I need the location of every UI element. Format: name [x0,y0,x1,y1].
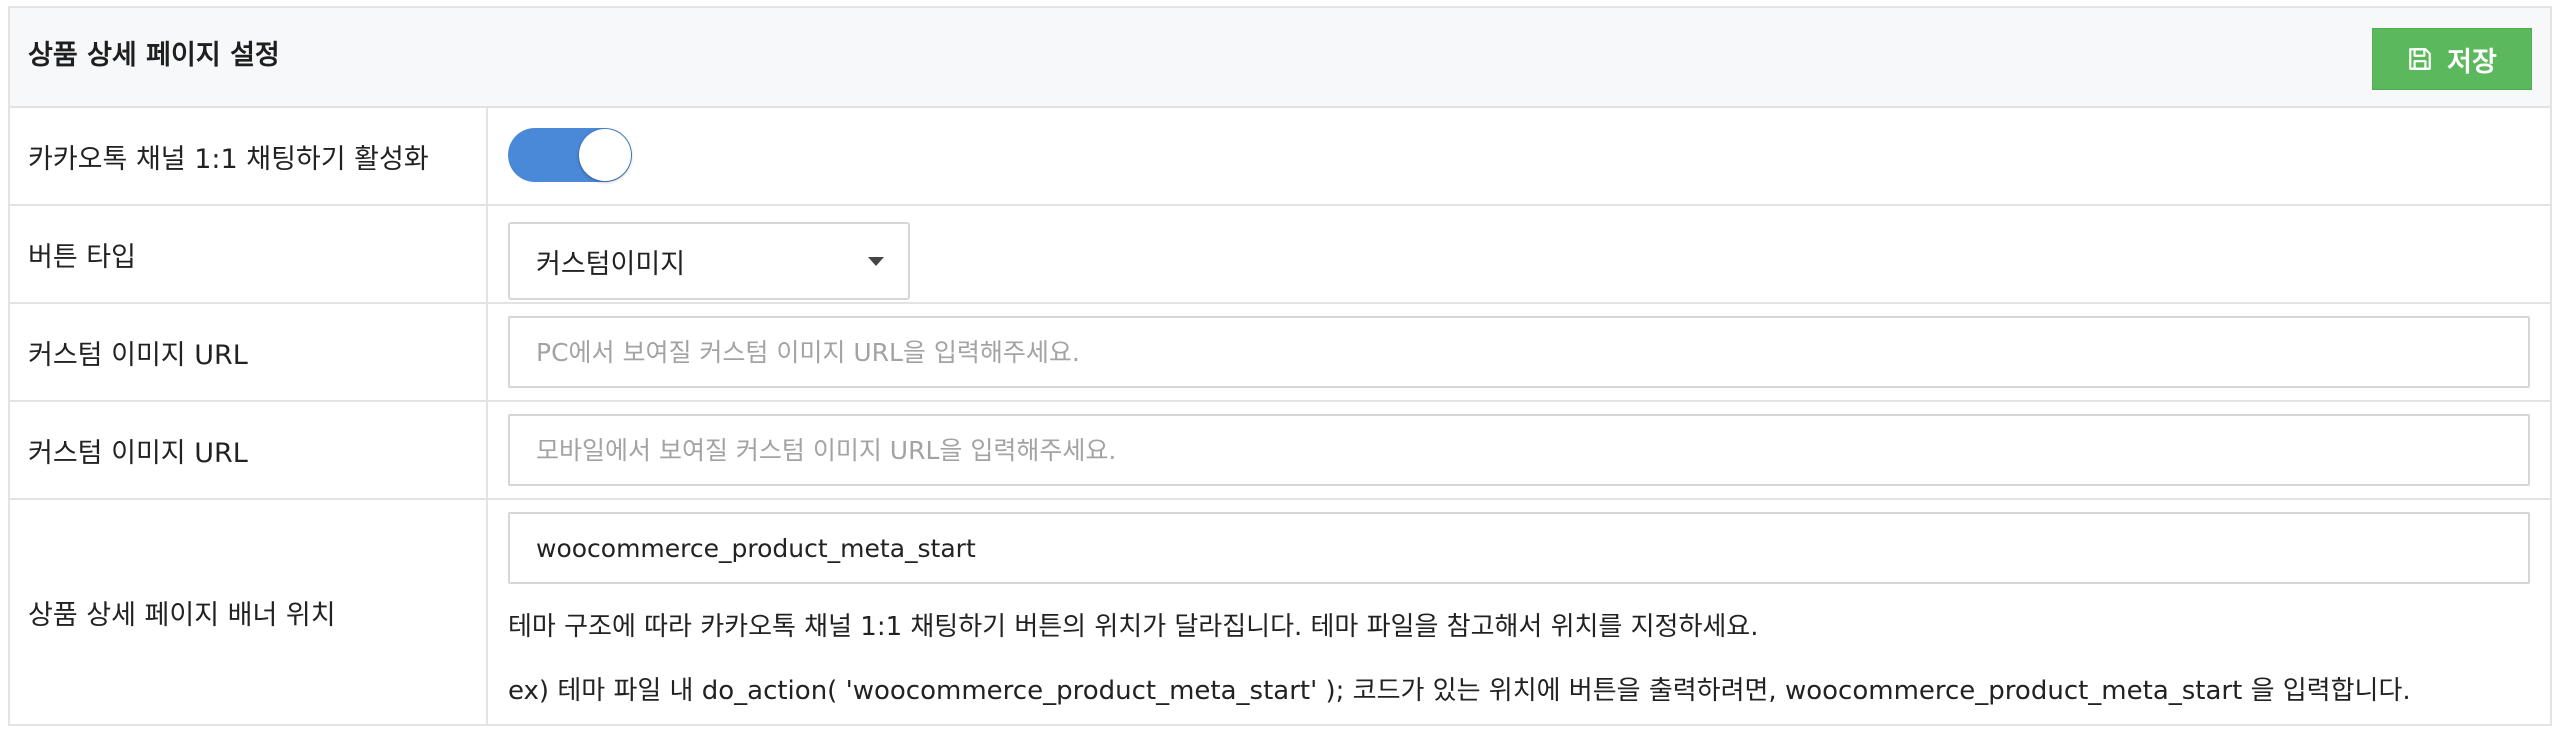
custom-image-mobile-label: 커스텀 이미지 URL [10,402,488,498]
custom-image-mobile-input[interactable] [508,414,2530,486]
banner-position-input[interactable] [508,512,2530,584]
button-type-select[interactable]: 커스텀이미지 [508,222,910,300]
panel-header: 상품 상세 페이지 설정 저장 [10,8,2550,108]
row-banner-position: 상품 상세 페이지 배너 위치 테마 구조에 따라 카카오톡 채널 1:1 채팅… [10,500,2550,724]
button-type-label: 버튼 타입 [10,206,488,302]
save-button[interactable]: 저장 [2372,28,2532,90]
banner-position-help-2: ex) 테마 파일 내 do_action( 'woocommerce_prod… [508,676,2411,706]
kakao-enable-label: 카카오톡 채널 1:1 채팅하기 활성화 [10,108,488,204]
kakao-enable-toggle[interactable] [508,128,632,182]
floppy-disk-icon [2407,46,2433,72]
row-custom-image-mobile: 커스텀 이미지 URL [10,402,2550,500]
caret-down-icon [868,257,884,266]
custom-image-pc-input[interactable] [508,316,2530,388]
custom-image-pc-label: 커스텀 이미지 URL [10,304,488,400]
row-custom-image-pc: 커스텀 이미지 URL [10,304,2550,402]
button-type-selected: 커스텀이미지 [536,248,686,280]
settings-panel: 상품 상세 페이지 설정 저장 카카오톡 채널 1:1 채팅하기 활성화 버튼 … [8,6,2552,726]
page-title: 상품 상세 페이지 설정 [28,40,280,71]
banner-position-label: 상품 상세 페이지 배너 위치 [10,500,488,724]
save-button-label: 저장 [2447,46,2497,78]
toggle-knob [579,129,631,181]
row-button-type: 버튼 타입 커스텀이미지 [10,206,2550,304]
banner-position-help-1: 테마 구조에 따라 카카오톡 채널 1:1 채팅하기 버튼의 위치가 달라집니다… [508,612,1759,642]
row-kakao-enable: 카카오톡 채널 1:1 채팅하기 활성화 [10,108,2550,206]
